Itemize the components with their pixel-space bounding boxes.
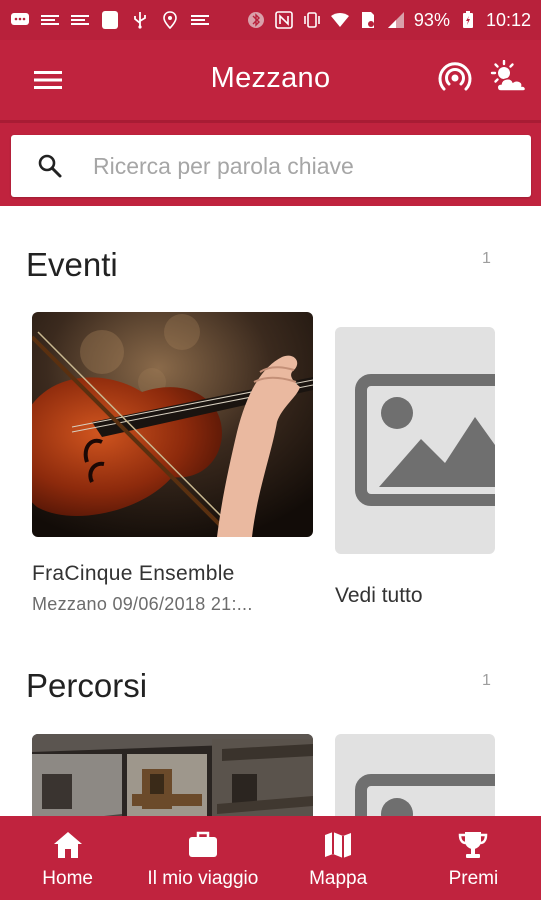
status-left-icons xyxy=(10,11,210,29)
vibrate-icon xyxy=(302,12,322,28)
battery-percent: 93% xyxy=(413,9,450,30)
weather-icon[interactable] xyxy=(489,59,529,96)
image-placeholder-icon-2 xyxy=(355,774,495,816)
battery-icon xyxy=(458,11,478,28)
nav-trip[interactable]: Il mio viaggio xyxy=(135,816,270,900)
nav-home[interactable]: Home xyxy=(0,816,135,900)
signal-icon xyxy=(386,12,406,28)
see-all-placeholder[interactable] xyxy=(335,327,495,554)
news-notification-icon-3 xyxy=(190,12,210,28)
nav-prizes-label: Premi xyxy=(448,868,499,889)
map-icon xyxy=(325,832,352,858)
event-card-subtitle: Mezzano 09/06/2018 21:... xyxy=(32,594,253,614)
search-input[interactable]: Ricerca per parola chiave xyxy=(11,135,531,197)
search-placeholder: Ricerca per parola chiave xyxy=(93,152,354,179)
nav-trip-label: Il mio viaggio xyxy=(147,868,259,889)
usb-icon xyxy=(130,12,150,29)
home-icon xyxy=(53,832,82,858)
route-card-image[interactable] xyxy=(32,734,313,816)
nav-home-label: Home xyxy=(42,868,93,889)
event-card-title[interactable]: FraCinque Ensemble xyxy=(32,562,235,586)
news-notification-icon-2 xyxy=(70,12,90,28)
nfc-icon xyxy=(274,11,294,29)
wifi-icon xyxy=(330,12,350,28)
see-all-link[interactable]: Vedi tutto xyxy=(335,584,423,608)
app-bar: Mezzano xyxy=(0,40,541,120)
app-notification-icon xyxy=(100,11,120,29)
event-card-image[interactable] xyxy=(32,312,313,537)
nav-map[interactable]: Mappa xyxy=(271,816,406,900)
briefcase-icon xyxy=(188,831,217,857)
chat-notification-icon xyxy=(10,12,30,28)
section-count-eventi: 1 xyxy=(482,250,491,267)
sim-icon xyxy=(358,12,378,28)
violin-photo xyxy=(32,312,313,537)
clock: 10:12 xyxy=(485,9,531,30)
search-icon xyxy=(38,154,62,178)
section-title-eventi: Eventi xyxy=(26,246,118,283)
status-bar: 93% 10:12 xyxy=(0,0,541,40)
news-notification-icon xyxy=(40,12,60,28)
status-right-icons: 93% 10:12 xyxy=(246,10,531,31)
location-icon xyxy=(160,11,180,29)
bluetooth-icon xyxy=(246,12,266,28)
nav-prizes[interactable]: Premi xyxy=(406,816,541,900)
beacon-icon[interactable] xyxy=(437,60,473,96)
section-count-percorsi: 1 xyxy=(482,672,491,689)
search-area: Ricerca per parola chiave xyxy=(0,120,541,206)
nav-map-label: Mappa xyxy=(309,868,368,889)
bottom-nav: Home Il mio viaggio Mappa Premi xyxy=(0,816,541,900)
main-content[interactable]: Eventi 1 FraCinque Ensemble Mezzano 09/0… xyxy=(0,206,541,816)
image-placeholder-icon xyxy=(355,374,495,506)
village-photo xyxy=(32,734,313,816)
trophy-icon xyxy=(459,832,488,858)
route-placeholder[interactable] xyxy=(335,734,495,816)
section-title-percorsi: Percorsi xyxy=(26,667,148,704)
